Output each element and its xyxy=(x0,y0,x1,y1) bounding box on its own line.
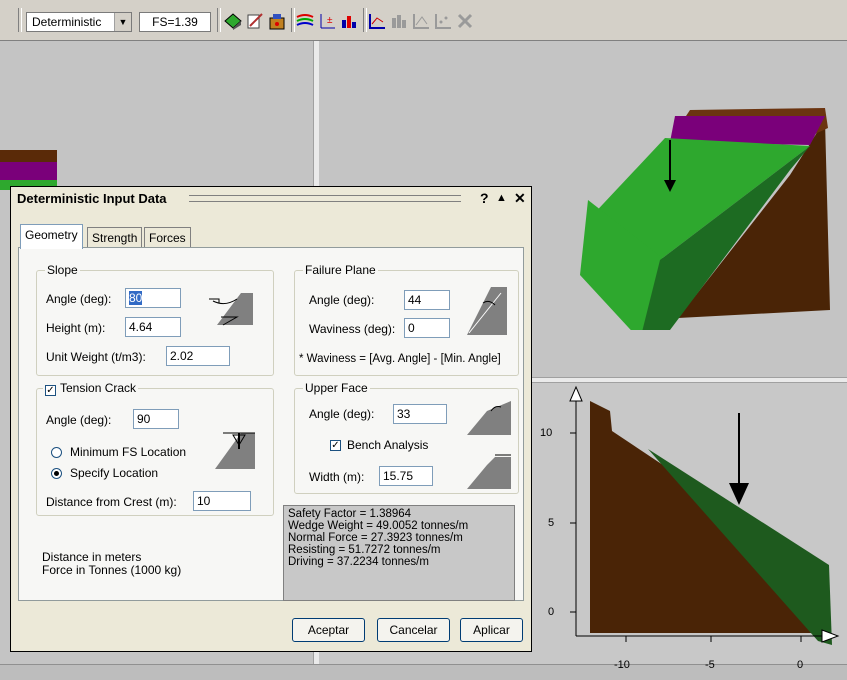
scatter-icon-disabled[interactable] xyxy=(434,12,452,30)
plan-view-wedge-graphic xyxy=(0,150,57,190)
tension-crack-legend-wrap: ✓ Tension Crack xyxy=(43,381,139,396)
x-tick-label: 0 xyxy=(797,659,804,671)
bench-width-label: Width (m): xyxy=(309,470,365,484)
close-plot-icon[interactable] xyxy=(456,12,474,30)
apply-button[interactable]: Aplicar xyxy=(460,618,523,642)
section-plot xyxy=(569,385,840,645)
slope-angle-label: Angle (deg): xyxy=(46,292,112,306)
slope-angle-input[interactable]: 80 xyxy=(125,288,181,308)
tab-strength[interactable]: Strength xyxy=(87,227,143,248)
y-axis-arrow xyxy=(569,385,583,402)
waviness-note: * Waviness = [Avg. Angle] - [Min. Angle] xyxy=(299,353,501,365)
toolbar-separator xyxy=(291,8,295,32)
slope-group: Slope Angle (deg): 80 Height (m): 4.64 U… xyxy=(36,263,274,376)
upper-face-angle-input[interactable]: 33 xyxy=(393,404,447,424)
failure-angle-label: Angle (deg): xyxy=(309,293,375,307)
units-force-note: Force in Tonnes (1000 kg) xyxy=(42,563,182,577)
upper-face-legend: Upper Face xyxy=(303,381,370,395)
min-fs-location-radio[interactable] xyxy=(51,447,62,458)
failure-plane-diagram-icon xyxy=(467,287,507,335)
ok-button[interactable]: Aceptar xyxy=(292,618,365,642)
upper-face-group: Upper Face Angle (deg): 33 ✓ Bench Analy… xyxy=(294,381,519,494)
edit-icon[interactable] xyxy=(246,12,264,30)
slope-legend: Slope xyxy=(45,263,80,277)
tension-crack-group: ✓ Tension Crack Angle (deg): 90 Minimum F… xyxy=(36,381,274,516)
tab-forces[interactable]: Forces xyxy=(144,227,191,248)
deterministic-input-dialog: Deterministic Input Data ? ▲ ✕ Geometry … xyxy=(10,186,532,652)
toolbar-separator xyxy=(217,8,221,32)
tension-crack-legend: Tension Crack xyxy=(60,381,137,395)
factor-of-safety-display: FS=1.39 xyxy=(139,12,211,32)
bench-diagram-icon xyxy=(467,454,511,489)
upper-face-angle-label: Angle (deg): xyxy=(309,407,375,421)
specify-location-radio[interactable] xyxy=(51,468,62,479)
tab-geometry[interactable]: Geometry xyxy=(20,224,83,249)
histogram-icon[interactable] xyxy=(340,12,358,30)
slope-diagram-icon xyxy=(209,293,253,326)
bar-chart-icon[interactable] xyxy=(390,12,408,30)
tension-crack-checkbox[interactable]: ✓ xyxy=(45,385,56,396)
specify-location-label[interactable]: Specify Location xyxy=(70,466,158,480)
waviness-label: Waviness (deg): xyxy=(309,322,396,336)
3d-wedge-graphic xyxy=(580,108,830,330)
upper-face-diagram-icon xyxy=(467,401,511,435)
unit-weight-input[interactable]: 2.02 xyxy=(166,346,230,366)
result-normal-force: Normal Force = 27.3923 tonnes/m xyxy=(288,532,463,544)
slope-height-input[interactable]: 4.64 xyxy=(125,317,181,337)
load-arrowhead xyxy=(729,483,749,505)
cancel-button[interactable]: Cancelar xyxy=(377,618,450,642)
collapse-button[interactable]: ▲ xyxy=(496,192,507,204)
result-driving: Driving = 37.2234 tonnes/m xyxy=(288,556,429,568)
contour-icon[interactable] xyxy=(296,12,314,30)
compute-icon[interactable] xyxy=(268,12,286,30)
units-distance-note: Distance in meters xyxy=(42,550,142,564)
y-tick-label: 10 xyxy=(540,427,553,439)
min-fs-location-label[interactable]: Minimum FS Location xyxy=(70,445,186,459)
crack-angle-input[interactable]: 90 xyxy=(133,409,179,429)
x-tick-label: -5 xyxy=(705,659,715,671)
wedge-3d-icon[interactable] xyxy=(224,12,242,30)
chevron-down-icon[interactable]: ▼ xyxy=(114,13,131,31)
result-resisting: Resisting = 51.7272 tonnes/m xyxy=(288,544,441,556)
unit-weight-label: Unit Weight (t/m3): xyxy=(46,350,146,364)
y-tick-label: 5 xyxy=(548,517,555,529)
dialog-title: Deterministic Input Data xyxy=(17,191,167,206)
crack-angle-label: Angle (deg): xyxy=(46,413,112,427)
result-wedge-weight: Wedge Weight = 49.0052 tonnes/m xyxy=(288,520,469,532)
bench-analysis-checkbox[interactable]: ✓ xyxy=(330,440,341,451)
close-button[interactable]: ✕ xyxy=(514,190,526,207)
help-button[interactable]: ? xyxy=(480,190,489,206)
slope-height-label: Height (m): xyxy=(46,321,106,335)
bench-analysis-label[interactable]: Bench Analysis xyxy=(347,438,428,452)
distance-crest-input[interactable]: 10 xyxy=(193,491,251,511)
failure-plane-group: Failure Plane Angle (deg): 44 Waviness (… xyxy=(294,263,519,376)
results-panel: Safety Factor = 1.38964 Wedge Weight = 4… xyxy=(283,505,515,601)
analysis-mode-select[interactable]: Deterministic ▼ xyxy=(26,12,132,32)
analysis-mode-value: Deterministic xyxy=(32,15,102,29)
result-safety-factor: Safety Factor = 1.38964 xyxy=(288,508,412,520)
title-grip xyxy=(189,195,461,202)
scatter-plot-icon[interactable] xyxy=(368,12,386,30)
dialog-title-bar[interactable]: Deterministic Input Data ? ▲ ✕ xyxy=(11,187,531,209)
x-tick-label: -10 xyxy=(614,659,630,671)
failure-plane-legend: Failure Plane xyxy=(303,263,378,277)
tension-crack-diagram-icon xyxy=(215,432,255,469)
failure-angle-input[interactable]: 44 xyxy=(404,290,450,310)
bench-width-input[interactable]: 15.75 xyxy=(379,466,433,486)
probabilistic-icon[interactable]: ± xyxy=(318,12,336,30)
toolbar-separator xyxy=(363,8,367,32)
toolbar: Deterministic ▼ FS=1.39 ± xyxy=(0,0,847,41)
sensitivity-icon[interactable] xyxy=(412,12,430,30)
distance-crest-label: Distance from Crest (m): xyxy=(46,495,177,509)
y-tick-label: 0 xyxy=(548,606,555,618)
svg-text:±: ± xyxy=(327,15,333,26)
waviness-input[interactable]: 0 xyxy=(404,318,450,338)
toolbar-separator xyxy=(18,8,22,32)
